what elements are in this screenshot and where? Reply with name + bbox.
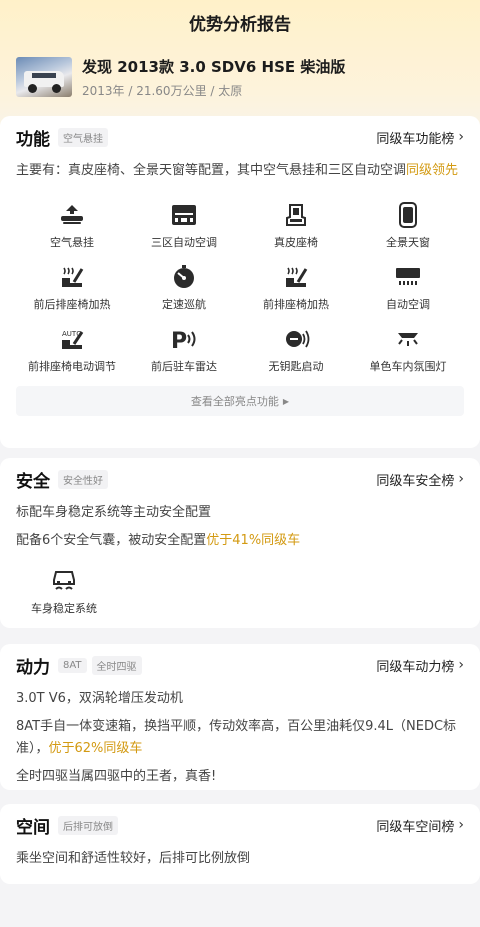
tri-zone-ac-icon xyxy=(170,202,198,228)
feature-label: 三区自动空调 xyxy=(151,236,217,249)
function-description: 主要有：真皮座椅、全景天窗等配置，其中空气悬挂和三区自动空调同级领先 xyxy=(16,160,464,182)
function-tag: 空气悬挂 xyxy=(58,127,108,147)
feature-item[interactable]: 前后排座椅加热 xyxy=(16,264,128,316)
feature-item[interactable]: 前排座椅加热 xyxy=(240,264,352,316)
air-suspension-icon xyxy=(58,202,86,228)
power-title: 动力 xyxy=(16,657,50,678)
function-desc-main: 主要有：真皮座椅、全景天窗等配置，其中空气悬挂和三区自动空调 xyxy=(16,163,407,178)
safety-line2-highlight: 优于41%同级车 xyxy=(206,533,301,548)
space-line-1: 乘坐空间和舒适性较好，后排可比例放倒 xyxy=(16,851,251,866)
feature-label: 真皮座椅 xyxy=(274,236,318,249)
parking-radar-icon: P xyxy=(170,326,198,352)
safety-rank-link[interactable]: 同级车安全榜 › xyxy=(376,470,464,489)
ambient-light-icon xyxy=(394,326,422,352)
safety-tag: 安全性好 xyxy=(58,469,108,489)
feature-item[interactable]: P 前后驻车雷达 xyxy=(128,326,240,378)
auto-ac-icon xyxy=(394,264,422,290)
feature-item[interactable]: 三区自动空调 xyxy=(128,202,240,254)
chevron-right-icon: › xyxy=(458,817,464,833)
chevron-right-icon: › xyxy=(458,657,464,673)
panoramic-sunroof-icon xyxy=(394,202,422,228)
stability-control-icon xyxy=(50,568,78,594)
function-title: 功能 xyxy=(16,129,50,150)
power-rank-label: 同级车动力榜 xyxy=(376,659,455,675)
power-tag-drive: 全时四驱 xyxy=(91,655,142,675)
function-rank-label: 同级车功能榜 xyxy=(376,131,455,147)
feature-item[interactable]: AUTO 前排座椅电动调节 xyxy=(16,326,128,378)
function-card: 功能 空气悬挂 同级车功能榜 › 主要有：真皮座椅、全景天窗等配置，其中空气悬挂… xyxy=(0,116,480,448)
feature-label: 前后排座椅加热 xyxy=(33,298,111,311)
feature-label: 空气悬挂 xyxy=(50,236,94,249)
power-line-2: 8AT手自一体变速箱，换挡平顺，传动效率高，百公里油耗仅9.4L（NEDC标准）… xyxy=(16,716,464,760)
function-header: 功能 空气悬挂 同级车功能榜 › xyxy=(16,116,464,158)
feature-label: 自动空调 xyxy=(386,298,430,311)
car-name: 发现 2013款 3.0 SDV6 HSE 柴油版 xyxy=(82,57,346,76)
function-rank-link[interactable]: 同级车功能榜 › xyxy=(376,128,464,147)
space-tag: 后排可放倒 xyxy=(58,815,118,835)
feature-label: 定速巡航 xyxy=(162,298,206,311)
feature-item[interactable]: 车身稳定系统 xyxy=(16,568,112,620)
car-thumbnail xyxy=(16,57,72,97)
space-header: 空间 后排可放倒 同级车空间榜 › xyxy=(16,804,464,846)
page-title: 优势分析报告 xyxy=(189,14,291,35)
feature-item[interactable]: 单色车内氛围灯 xyxy=(352,326,464,378)
power-rank-link[interactable]: 同级车动力榜 › xyxy=(376,656,464,675)
feature-label: 前排座椅电动调节 xyxy=(28,360,116,373)
space-card: 空间 后排可放倒 同级车空间榜 › 乘坐空间和舒适性较好，后排可比例放倒 xyxy=(0,804,480,884)
chevron-right-icon: › xyxy=(458,129,464,145)
safety-title: 安全 xyxy=(16,471,50,492)
feature-label: 前排座椅加热 xyxy=(263,298,329,311)
safety-line2-main: 配备6个安全气囊，被动安全配置 xyxy=(16,533,207,548)
svg-text:P: P xyxy=(171,329,187,351)
space-rank-label: 同级车空间榜 xyxy=(376,819,455,835)
function-desc-highlight: 同级领先 xyxy=(406,163,459,178)
feature-item[interactable]: 无钥匙启动 xyxy=(240,326,352,378)
chevron-right-icon: › xyxy=(458,471,464,487)
page-header: 优势分析报告 xyxy=(0,0,480,44)
safety-rank-label: 同级车安全榜 xyxy=(376,473,455,489)
view-all-label: 查看全部亮点功能 xyxy=(190,395,279,408)
triangle-right-icon: ▶ xyxy=(282,396,290,406)
cruise-control-icon xyxy=(170,264,198,290)
seat-heating-icon xyxy=(58,264,86,290)
feature-grid: 空气悬挂 三区自动空调 真皮座椅 全景天窗 前后排座椅加热 定速巡航 前排座椅加… xyxy=(16,202,464,378)
power-header: 动力 8AT 全时四驱 同级车动力榜 › xyxy=(16,644,464,686)
view-all-features-button[interactable]: 查看全部亮点功能 ▶ xyxy=(16,386,464,416)
feature-item[interactable]: 自动空调 xyxy=(352,264,464,316)
safety-header: 安全 安全性好 同级车安全榜 › xyxy=(16,458,464,500)
power-card: 动力 8AT 全时四驱 同级车动力榜 › 3.0T V6，双涡轮增压发动机 8A… xyxy=(0,644,480,790)
space-title: 空间 xyxy=(16,817,50,838)
feature-label: 无钥匙启动 xyxy=(268,360,324,373)
feature-item[interactable]: 空气悬挂 xyxy=(16,202,128,254)
safety-line-1: 标配车身稳定系统等主动安全配置 xyxy=(16,505,212,520)
feature-item[interactable]: 真皮座椅 xyxy=(240,202,352,254)
leather-seat-icon xyxy=(282,202,310,228)
power-line-3: 全时四驱当属四驱中的王者，真香! xyxy=(16,769,217,784)
safety-line-2: 配备6个安全气囊，被动安全配置优于41%同级车 xyxy=(16,530,464,552)
safety-card: 安全 安全性好 同级车安全榜 › 标配车身稳定系统等主动安全配置 配备6个安全气… xyxy=(0,458,480,628)
feature-item[interactable]: 全景天窗 xyxy=(352,202,464,254)
car-summary[interactable]: 发现 2013款 3.0 SDV6 HSE 柴油版 2013年 / 21.60万… xyxy=(0,44,480,102)
svg-text:AUTO: AUTO xyxy=(62,330,82,338)
car-meta: 2013年 / 21.60万公里 / 太原 xyxy=(82,83,243,98)
feature-label: 单色车内氛围灯 xyxy=(369,360,447,373)
power-line2-highlight: 优于62%同级车 xyxy=(48,741,143,756)
power-seat-icon: AUTO xyxy=(58,326,86,352)
feature-label: 全景天窗 xyxy=(386,236,430,249)
keyless-start-icon xyxy=(282,326,310,352)
power-tag-transmission: 8AT xyxy=(58,657,87,673)
space-rank-link[interactable]: 同级车空间榜 › xyxy=(376,816,464,835)
feature-item[interactable]: 定速巡航 xyxy=(128,264,240,316)
feature-label: 前后驻车雷达 xyxy=(151,360,217,373)
power-line-1: 3.0T V6，双涡轮增压发动机 xyxy=(16,691,183,706)
front-seat-heating-icon xyxy=(282,264,310,290)
feature-label: 车身稳定系统 xyxy=(31,602,97,615)
